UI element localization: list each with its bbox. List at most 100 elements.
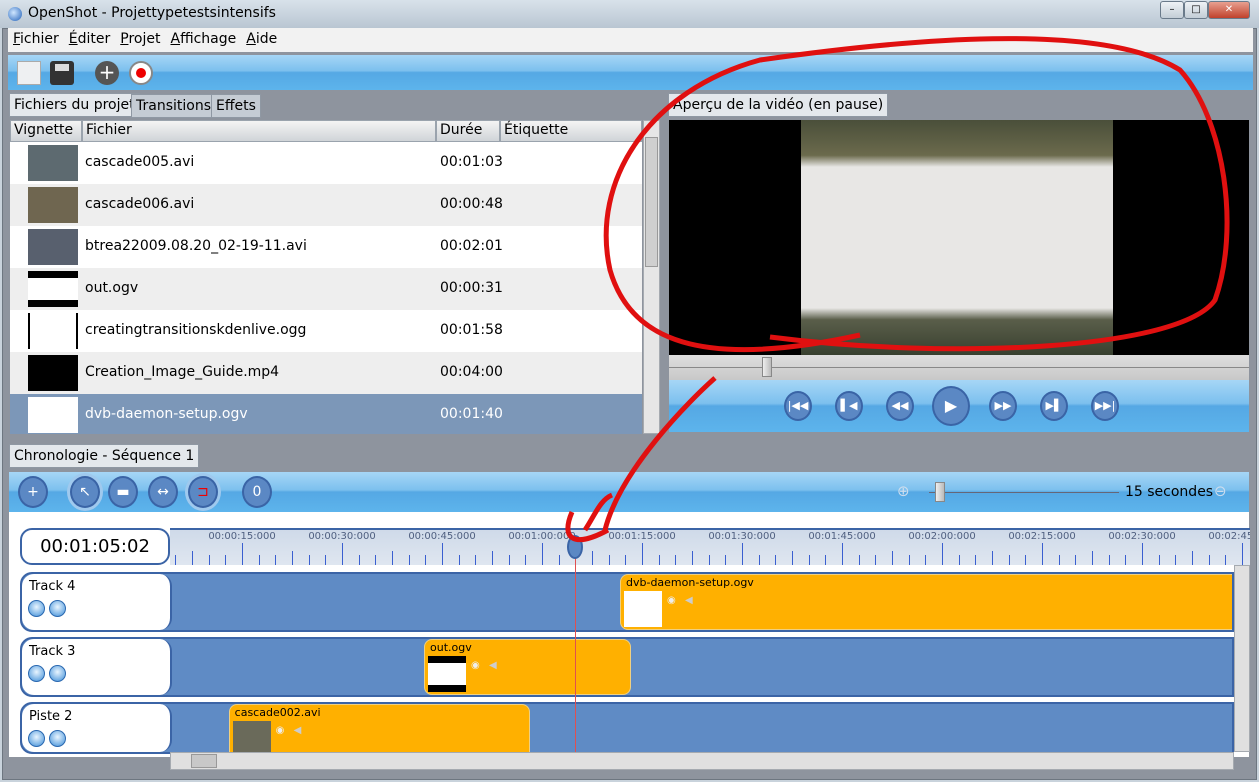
- zoom-slider-handle[interactable]: [934, 482, 945, 502]
- clip-speaker-icon[interactable]: ◀: [685, 595, 693, 606]
- file-thumbnail: [28, 271, 78, 307]
- add-marker-icon[interactable]: 0: [242, 476, 272, 508]
- resize-tool-icon[interactable]: ↔: [148, 476, 178, 508]
- minimize-button[interactable]: –: [1160, 1, 1184, 19]
- clip[interactable]: dvb-daemon-setup.ogv ◉ ◀: [620, 574, 1232, 630]
- ruler-tick: [642, 543, 643, 565]
- file-row[interactable]: cascade006.avi 00:00:48: [10, 184, 642, 226]
- ruler-tick: [808, 555, 810, 565]
- file-duration: 00:00:48: [440, 196, 503, 212]
- previous-marker-icon[interactable]: ▌◀: [835, 391, 863, 421]
- clip-eye-icon[interactable]: ◉: [471, 660, 480, 671]
- column-file[interactable]: Fichier: [82, 120, 436, 142]
- column-label[interactable]: Étiquette: [500, 120, 642, 142]
- menu-aide[interactable]: Aide: [241, 28, 282, 50]
- menu-editer[interactable]: Éditer: [64, 28, 116, 50]
- clip[interactable]: out.ogv ◉ ◀: [424, 639, 631, 695]
- title-bar: OpenShot - Projettypetestsintensifs – □ …: [0, 0, 1259, 28]
- clip-eye-icon[interactable]: ◉: [667, 595, 676, 606]
- tab-project-files[interactable]: Fichiers du projet: [9, 93, 140, 117]
- tab-video-preview[interactable]: Aperçu de la vidéo (en pause): [668, 93, 889, 117]
- ruler-tick: [958, 555, 960, 565]
- track-name: Track 3: [29, 644, 76, 659]
- clip-eye-icon[interactable]: ◉: [276, 725, 285, 736]
- ruler-label: 00:01:15:000: [608, 531, 676, 542]
- visibility-eye-icon[interactable]: [28, 600, 45, 617]
- add-file-icon[interactable]: +: [95, 61, 119, 85]
- file-row[interactable]: out.ogv 00:00:31: [10, 268, 642, 310]
- jump-start-icon[interactable]: |◀◀: [784, 391, 812, 421]
- snap-magnet-icon[interactable]: ⊐: [188, 476, 218, 508]
- menu-affichage[interactable]: Affichage: [165, 28, 241, 50]
- menu-projet[interactable]: Projet: [115, 28, 165, 50]
- audio-speaker-icon[interactable]: [49, 730, 66, 747]
- seek-handle[interactable]: [761, 357, 772, 377]
- column-duration[interactable]: Durée: [436, 120, 500, 142]
- ruler-tick: [1192, 551, 1193, 565]
- select-tool-icon[interactable]: ↖: [70, 476, 100, 508]
- save-icon[interactable]: [50, 61, 74, 85]
- timeline-toolbar: + ↖ ▬ ↔ ⊐ 0 ⊕ 15 secondes ⊖: [9, 472, 1249, 512]
- audio-speaker-icon[interactable]: [49, 600, 66, 617]
- ruler-tick: [792, 551, 793, 565]
- add-track-icon[interactable]: +: [18, 476, 48, 508]
- visibility-eye-icon[interactable]: [28, 665, 45, 682]
- timeline-vertical-scrollbar[interactable]: [1234, 565, 1250, 752]
- file-row[interactable]: btrea22009.08.20_02-19-11.avi 00:02:01: [10, 226, 642, 268]
- ruler-tick: [1008, 555, 1010, 565]
- visibility-eye-icon[interactable]: [28, 730, 45, 747]
- zoom-in-icon[interactable]: ⊕: [897, 482, 910, 500]
- file-row[interactable]: creatingtransitionskdenlive.ogg 00:01:58: [10, 310, 642, 352]
- file-list-scrollbar[interactable]: [643, 120, 660, 434]
- play-icon[interactable]: ▶: [932, 386, 970, 426]
- track[interactable]: Track 3 out.ogv ◉ ◀: [20, 637, 1234, 697]
- ruler-label: 00:00:45:000: [408, 531, 476, 542]
- timeline-horizontal-scrollbar[interactable]: [170, 752, 1234, 770]
- audio-speaker-icon[interactable]: [49, 665, 66, 682]
- preview-seek-slider[interactable]: [669, 355, 1249, 380]
- ruler-tick: [858, 555, 860, 565]
- file-row[interactable]: dvb-daemon-setup.ogv 00:01:40: [10, 394, 642, 434]
- jump-end-icon[interactable]: ▶▶|: [1091, 391, 1119, 421]
- ruler-tick: [558, 555, 560, 565]
- file-duration: 00:01:03: [440, 154, 503, 170]
- track[interactable]: Piste 2 cascade002.avi ◉ ◀: [20, 702, 1234, 754]
- menu-fichier[interactable]: Fichier: [8, 28, 64, 50]
- track[interactable]: Track 4 dvb-daemon-setup.ogv ◉ ◀: [20, 572, 1234, 632]
- file-name: btrea22009.08.20_02-19-11.avi: [85, 238, 307, 254]
- time-ruler[interactable]: 00:00:15:000 00:00:30:000 00:00:45:000 00:0…: [170, 528, 1250, 565]
- clip-speaker-icon[interactable]: ◀: [489, 660, 497, 671]
- track-header: Piste 2: [22, 704, 172, 752]
- ruler-tick: [925, 555, 927, 565]
- ruler-tick: [325, 555, 327, 565]
- record-icon[interactable]: [129, 61, 153, 85]
- clip-speaker-icon[interactable]: ◀: [294, 725, 302, 736]
- track-name: Track 4: [29, 579, 76, 594]
- ruler-tick: [175, 555, 177, 565]
- next-marker-icon[interactable]: ▶▌: [1040, 391, 1068, 421]
- tab-effects[interactable]: Effets: [211, 94, 261, 118]
- close-button[interactable]: ✕: [1208, 1, 1250, 19]
- track-header: Track 3: [22, 639, 172, 695]
- file-row[interactable]: Creation_Image_Guide.mp4 00:04:00: [10, 352, 642, 394]
- clip[interactable]: cascade002.avi ◉ ◀: [228, 704, 530, 752]
- zoom-out-icon[interactable]: ⊖: [1214, 482, 1227, 500]
- new-project-icon[interactable]: [17, 61, 41, 85]
- maximize-button[interactable]: □: [1184, 1, 1208, 19]
- video-frame: [801, 120, 1113, 355]
- razor-tool-icon[interactable]: ▬: [108, 476, 138, 508]
- rewind-icon[interactable]: ◀◀: [886, 391, 914, 421]
- tab-transitions[interactable]: Transitions: [131, 94, 216, 118]
- track-name: Piste 2: [29, 709, 73, 724]
- ruler-tick: [608, 555, 610, 565]
- column-thumbnail[interactable]: Vignette: [10, 120, 82, 142]
- ruler-tick: [1108, 555, 1110, 565]
- fast-forward-icon[interactable]: ▶▶: [989, 391, 1017, 421]
- tab-timeline[interactable]: Chronologie - Séquence 1: [9, 444, 200, 468]
- ruler-tick: [692, 551, 693, 565]
- file-name: cascade005.avi: [85, 154, 195, 170]
- ruler-tick: [258, 555, 260, 565]
- ruler-tick: [592, 551, 593, 565]
- zoom-slider[interactable]: [929, 492, 1119, 493]
- file-row[interactable]: cascade005.avi 00:01:03: [10, 142, 642, 184]
